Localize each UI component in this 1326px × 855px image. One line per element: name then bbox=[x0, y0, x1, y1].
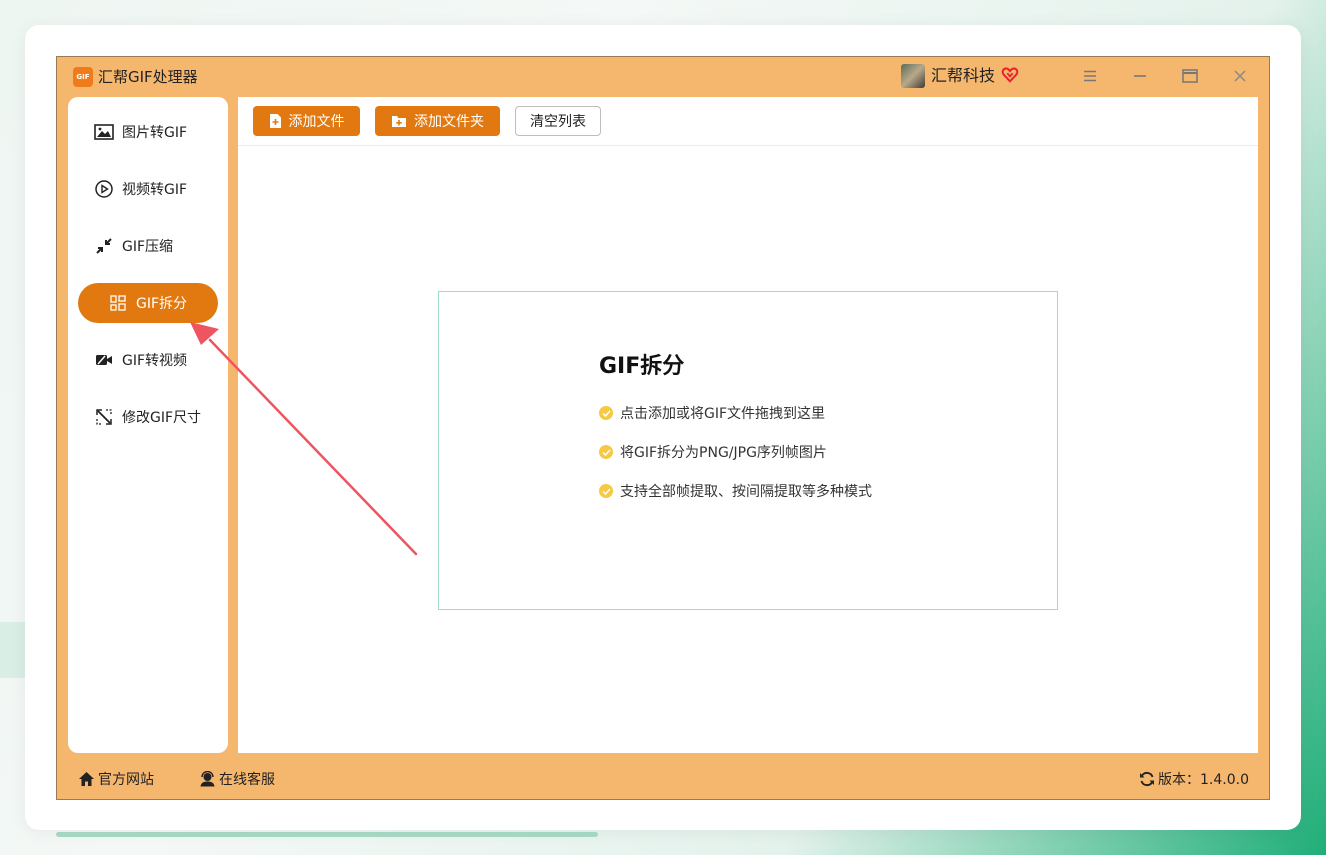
sidebar-item-gif-split[interactable]: GIF拆分 bbox=[78, 283, 218, 323]
sidebar: 图片转GIF 视频转GIF GIF压缩 GIF拆分 GIF转视频 修改GIF尺寸 bbox=[68, 97, 228, 753]
refresh-icon[interactable] bbox=[1139, 771, 1155, 787]
compress-icon bbox=[94, 236, 114, 256]
sidebar-item-label: 图片转GIF bbox=[122, 125, 188, 141]
check-circle-icon bbox=[599, 406, 613, 420]
check-circle-icon bbox=[599, 445, 613, 459]
main-panel: 添加文件 添加文件夹 清空列表 GIF拆分 点击添加或将GIF文件拖拽到这里 将… bbox=[238, 97, 1258, 753]
user-name[interactable]: 汇帮科技 bbox=[931, 64, 995, 88]
sidebar-item-label: GIF转视频 bbox=[122, 353, 188, 369]
sidebar-item-label: GIF拆分 bbox=[136, 296, 188, 312]
support-agent-icon bbox=[199, 771, 216, 787]
add-file-icon bbox=[269, 113, 282, 129]
add-file-button[interactable]: 添加文件 bbox=[253, 106, 360, 136]
add-file-label: 添加文件 bbox=[288, 114, 345, 130]
video-play-icon bbox=[94, 179, 114, 199]
sidebar-item-label: 视频转GIF bbox=[122, 182, 188, 198]
version-info: 版本：1.4.0.0 bbox=[1139, 769, 1249, 789]
user-avatar[interactable] bbox=[901, 64, 925, 88]
clear-list-button[interactable]: 清空列表 bbox=[515, 106, 601, 136]
app-title: 汇帮GIF处理器 bbox=[98, 68, 198, 86]
sidebar-item-gif-to-video[interactable]: GIF转视频 bbox=[78, 340, 218, 380]
sidebar-item-label: GIF压缩 bbox=[122, 239, 174, 255]
check-circle-icon bbox=[599, 484, 613, 498]
minimize-button[interactable] bbox=[1125, 63, 1155, 89]
video-camera-icon bbox=[94, 350, 114, 370]
online-support-label: 在线客服 bbox=[219, 772, 275, 788]
add-folder-icon bbox=[391, 115, 407, 128]
clear-list-label: 清空列表 bbox=[530, 114, 586, 130]
feature-item: 支持全部帧提取、按间隔提取等多种模式 bbox=[599, 481, 872, 501]
maximize-icon bbox=[1182, 69, 1198, 83]
official-website-link[interactable]: 官方网站 bbox=[78, 769, 154, 789]
menu-button[interactable] bbox=[1075, 63, 1105, 89]
minimize-icon bbox=[1134, 75, 1146, 77]
drop-zone-title: GIF拆分 bbox=[599, 354, 685, 379]
feature-item: 点击添加或将GIF文件拖拽到这里 bbox=[599, 403, 825, 423]
feature-text: 将GIF拆分为PNG/JPG序列帧图片 bbox=[620, 445, 827, 461]
official-website-label: 官方网站 bbox=[98, 772, 154, 788]
add-folder-label: 添加文件夹 bbox=[414, 114, 484, 130]
vip-heart-icon bbox=[1001, 67, 1019, 83]
close-button[interactable] bbox=[1225, 63, 1255, 89]
home-icon bbox=[78, 771, 95, 787]
version-label: 版本：1.4.0.0 bbox=[1158, 772, 1249, 788]
image-icon bbox=[94, 122, 114, 142]
sidebar-item-gif-compress[interactable]: GIF压缩 bbox=[78, 226, 218, 266]
app-logo: GIF bbox=[73, 67, 93, 87]
hamburger-icon bbox=[1084, 70, 1096, 82]
sidebar-item-resize-gif[interactable]: 修改GIF尺寸 bbox=[78, 397, 218, 437]
sidebar-item-video-to-gif[interactable]: 视频转GIF bbox=[78, 169, 218, 209]
add-folder-button[interactable]: 添加文件夹 bbox=[375, 106, 500, 136]
maximize-button[interactable] bbox=[1175, 63, 1205, 89]
online-support-link[interactable]: 在线客服 bbox=[199, 769, 275, 789]
feature-text: 支持全部帧提取、按间隔提取等多种模式 bbox=[620, 484, 872, 500]
sidebar-item-label: 修改GIF尺寸 bbox=[122, 410, 202, 426]
app-window: GIF 汇帮GIF处理器 汇帮科技 图片转GIF 视频转GIF GIF压缩 GI… bbox=[56, 56, 1270, 800]
resize-icon bbox=[94, 407, 114, 427]
split-grid-icon bbox=[108, 293, 128, 313]
drop-zone[interactable]: GIF拆分 点击添加或将GIF文件拖拽到这里 将GIF拆分为PNG/JPG序列帧… bbox=[438, 291, 1058, 610]
feature-text: 点击添加或将GIF文件拖拽到这里 bbox=[620, 406, 826, 422]
sidebar-item-image-to-gif[interactable]: 图片转GIF bbox=[78, 112, 218, 152]
close-icon bbox=[1234, 70, 1246, 82]
feature-item: 将GIF拆分为PNG/JPG序列帧图片 bbox=[599, 442, 827, 462]
toolbar: 添加文件 添加文件夹 清空列表 bbox=[238, 97, 1258, 146]
background-progress-line bbox=[56, 832, 598, 837]
